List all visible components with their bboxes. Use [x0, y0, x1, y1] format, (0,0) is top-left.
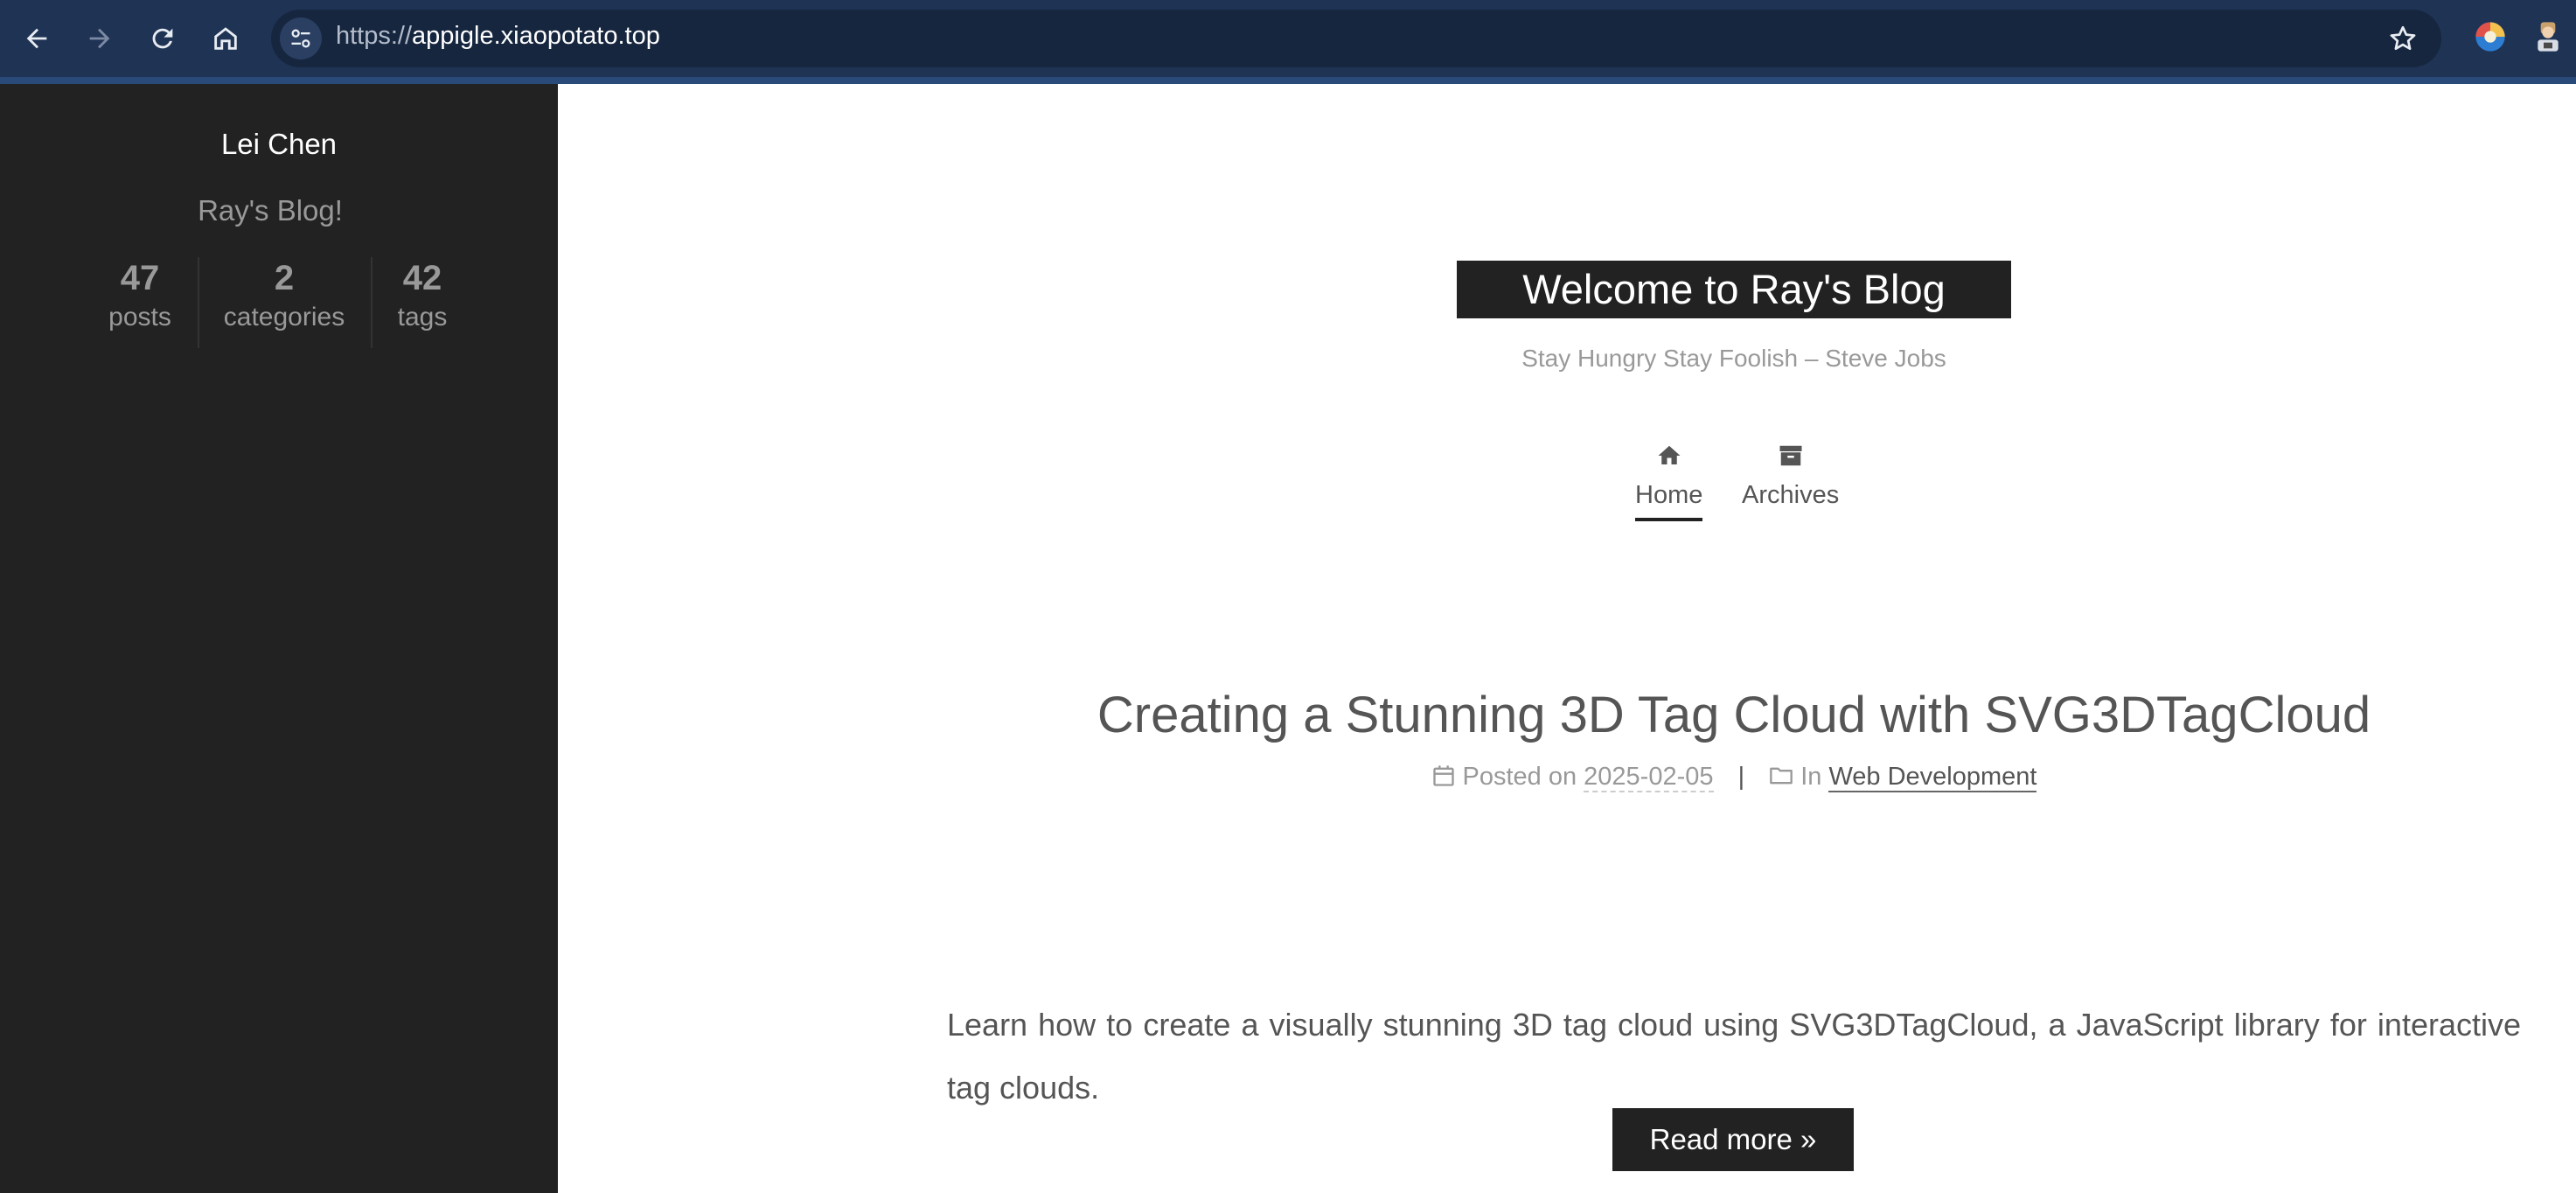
- site-description: Ray's Blog!: [198, 194, 343, 227]
- main-content: Welcome to Ray's Blog Stay Hungry Stay F…: [558, 84, 2576, 1193]
- stat-posts[interactable]: 47 posts: [94, 257, 185, 332]
- stat-categories[interactable]: 2 categories: [210, 257, 359, 332]
- site-stats: 47 posts 2 categories 42 tags: [0, 257, 558, 353]
- stat-divider: [371, 257, 372, 348]
- stat-posts-label: posts: [108, 303, 171, 331]
- stat-divider: [198, 257, 199, 348]
- reload-button[interactable]: [140, 16, 185, 61]
- home-outline-icon: [214, 27, 237, 50]
- browser-toolbar: https://appigle.xiaopotato.top: [0, 0, 2576, 84]
- site-tagline: Stay Hungry Stay Foolish – Steve Jobs: [1521, 345, 1946, 372]
- stat-tags[interactable]: 42 tags: [383, 257, 462, 332]
- sidebar: Lei Chen Ray's Blog! 47 posts 2 categori…: [0, 84, 558, 1193]
- extension-profile-icon[interactable]: [2531, 19, 2566, 54]
- read-more-button[interactable]: Read more »: [1612, 1108, 1854, 1171]
- post-meta: Posted on 2025-02-05 | In Web Developmen…: [558, 763, 2576, 792]
- archive-icon: [1779, 445, 1802, 466]
- posted-on-label: Posted on: [1462, 763, 1577, 791]
- menu-item-label: Archives: [1742, 481, 1840, 509]
- site-info-icon[interactable]: [280, 17, 322, 59]
- post-excerpt: Learn how to create a visually stunning …: [947, 1007, 2521, 1106]
- bookmark-star-icon[interactable]: [2387, 23, 2419, 54]
- forward-button[interactable]: [77, 16, 122, 61]
- calendar-icon: [1432, 765, 1454, 786]
- folder-icon: [1770, 767, 1793, 785]
- stat-posts-count: 47: [120, 259, 160, 297]
- post-title[interactable]: Creating a Stunning 3D Tag Cloud with SV…: [558, 686, 2576, 744]
- stat-tags-label: tags: [397, 303, 448, 331]
- author-name: Lei Chen: [220, 128, 338, 160]
- arrow-left-icon: [26, 28, 47, 49]
- site-title[interactable]: Welcome to Ray's Blog: [1457, 261, 2011, 318]
- in-label: In: [1800, 763, 1822, 791]
- url-host: appigle.xiaopotato.top: [412, 22, 660, 50]
- stat-tags-count: 42: [402, 259, 442, 297]
- meta-separator: |: [1737, 763, 1745, 791]
- extension-color-icon[interactable]: [2473, 19, 2508, 54]
- url-text: https://appigle.xiaopotato.top: [336, 22, 660, 51]
- url-scheme: https://: [336, 22, 413, 50]
- menu-item-home[interactable]: Home: [1635, 443, 1703, 521]
- stat-categories-count: 2: [274, 259, 295, 297]
- address-bar[interactable]: https://appigle.xiaopotato.top: [271, 10, 2441, 67]
- post-category-link[interactable]: Web Development: [1828, 763, 2037, 792]
- menu-item-label: Home: [1635, 481, 1703, 521]
- back-button[interactable]: [14, 16, 59, 61]
- reload-icon: [152, 28, 173, 49]
- post-date: 2025-02-05: [1584, 763, 1714, 792]
- toolbar-divider: [0, 77, 2576, 84]
- stat-categories-label: categories: [223, 303, 345, 331]
- home-icon: [1658, 445, 1681, 464]
- arrow-right-icon: [89, 28, 110, 49]
- menu-item-archives[interactable]: Archives: [1742, 443, 1839, 510]
- home-button[interactable]: [203, 16, 248, 61]
